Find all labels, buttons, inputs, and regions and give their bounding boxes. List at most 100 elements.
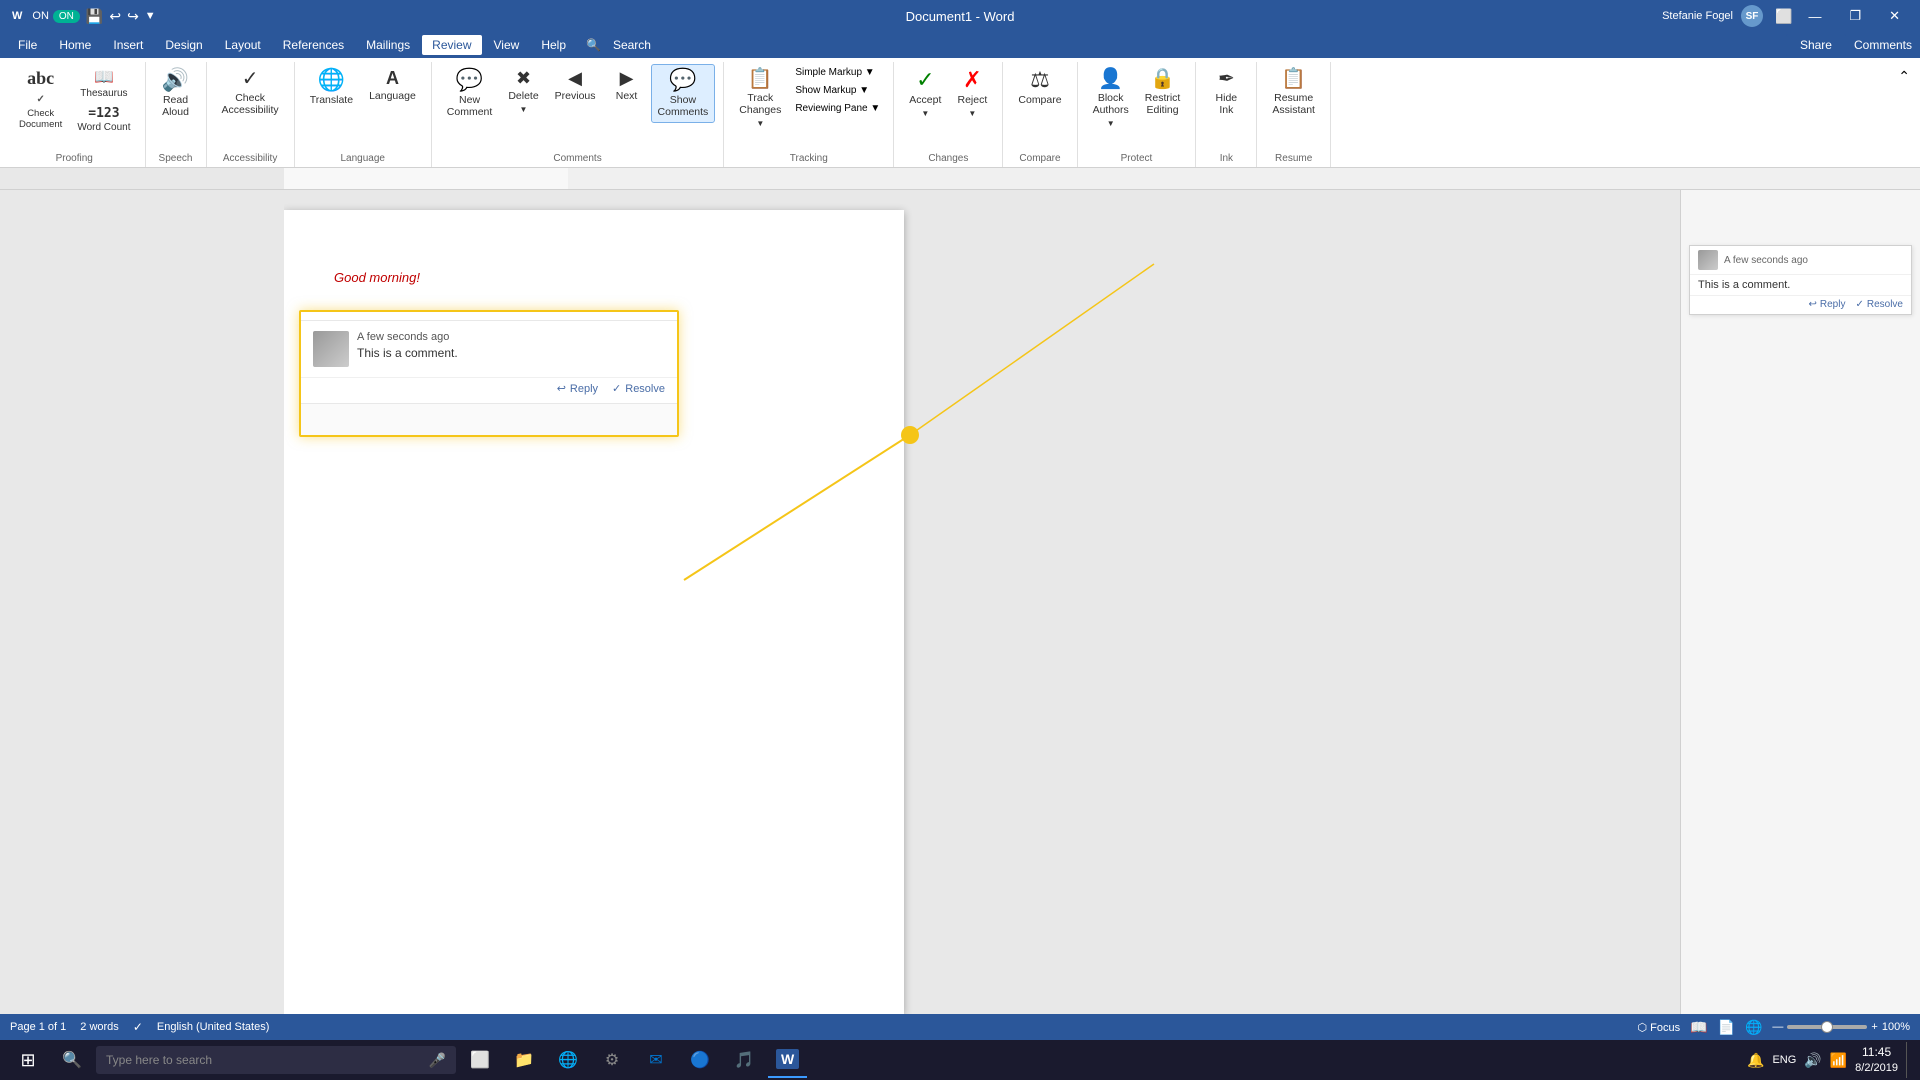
sidebar-reply-btn[interactable]: ↩ Reply [1809, 299, 1846, 310]
menu-insert[interactable]: Insert [103, 35, 153, 55]
sidebar-resolve-btn[interactable]: ✓ Resolve [1855, 299, 1903, 310]
comment-timestamp: A few seconds ago [357, 331, 665, 343]
simple-markup-btn[interactable]: Simple Markup ▼ [790, 64, 885, 81]
resume-assistant-btn[interactable]: 📋 ResumeAssistant [1265, 64, 1322, 121]
itunes-btn[interactable]: 🎵 [724, 1042, 764, 1078]
zoom-level[interactable]: 100% [1882, 1021, 1910, 1033]
reject-btn[interactable]: ✗ Reject ▼ [950, 64, 994, 123]
zoom-thumb[interactable] [1821, 1021, 1833, 1033]
menu-view[interactable]: View [484, 35, 530, 55]
translate-icon: 🌐 [318, 69, 345, 91]
word-taskbar-app[interactable]: W [768, 1042, 807, 1078]
comments-ribbon-btn[interactable]: Comments [1854, 38, 1912, 52]
accessibility-buttons: ✓ CheckAccessibility [215, 64, 286, 153]
word-count-btn[interactable]: =123 Word Count [71, 103, 136, 136]
focus-btn[interactable]: ⬡ Focus [1637, 1021, 1680, 1034]
network-icon[interactable]: 📶 [1830, 1052, 1847, 1069]
accept-btn[interactable]: ✓ Accept ▼ [902, 64, 948, 123]
track-dropdown: ▼ [756, 119, 764, 128]
save-icon[interactable]: 💾 [86, 8, 103, 25]
restore-btn[interactable]: ❐ [1837, 4, 1873, 28]
reviewing-pane-btn[interactable]: Reviewing Pane ▼ [790, 100, 885, 117]
next-comment-btn[interactable]: ▶ Next [605, 64, 649, 107]
document-page[interactable]: Good morning! A few seconds ago This is … [284, 210, 904, 1014]
language-status[interactable]: English (United States) [157, 1021, 270, 1033]
taskbar-clock[interactable]: 11:45 8/2/2019 [1855, 1045, 1898, 1075]
taskbar-search-bar[interactable]: Type here to search 🎤 [96, 1046, 456, 1074]
zoom-out-btn[interactable]: — [1772, 1021, 1783, 1033]
menu-mailings[interactable]: Mailings [356, 35, 420, 55]
menu-layout[interactable]: Layout [215, 35, 271, 55]
ribbon-display-btn[interactable]: ⬜ [1775, 8, 1792, 25]
compare-btn[interactable]: ⚖ Compare [1011, 64, 1068, 111]
read-aloud-btn[interactable]: 🔊 ReadAloud [154, 64, 198, 123]
autosave-state[interactable]: ON [53, 10, 80, 23]
search-taskbar-btn[interactable]: 🔍 [52, 1042, 92, 1078]
read-mode-icon[interactable]: 📖 [1690, 1019, 1707, 1036]
web-layout-icon[interactable]: 🌐 [1745, 1019, 1762, 1036]
zoom-slider[interactable] [1787, 1025, 1867, 1029]
reply-btn[interactable]: ↩ Reply [557, 382, 598, 395]
user-avatar[interactable]: SF [1741, 5, 1763, 27]
page-status[interactable]: Page 1 of 1 [10, 1021, 66, 1033]
menu-home[interactable]: Home [49, 35, 101, 55]
print-layout-icon[interactable]: 📄 [1718, 1019, 1735, 1036]
ribbon-group-resume: 📋 ResumeAssistant Resume [1257, 62, 1331, 167]
start-button[interactable]: ⊞ [8, 1042, 48, 1078]
volume-icon[interactable]: 🔊 [1804, 1052, 1821, 1069]
translate-btn[interactable]: 🌐 Translate [303, 64, 360, 111]
autosave-label: ON [32, 10, 49, 22]
thesaurus-btn[interactable]: 📖 Thesaurus [71, 64, 136, 102]
delete-comment-btn[interactable]: ✖ Delete ▼ [501, 64, 545, 119]
title-bar: W ON ON 💾 ↩ ↪ ▼ Document1 - Word Stefani… [0, 0, 1920, 32]
customize-btn[interactable]: ▼ [145, 10, 156, 22]
proofing-icon[interactable]: ✓ [133, 1020, 143, 1034]
language-btn[interactable]: A Language [362, 64, 423, 107]
show-comments-btn[interactable]: 💬 ShowComments [651, 64, 716, 123]
share-button[interactable]: Share [1786, 34, 1846, 56]
sidebar-reply-label: Reply [1820, 299, 1846, 310]
collapse-ribbon-btn[interactable]: ⌃ [1892, 66, 1916, 87]
focus-icon: ⬡ [1637, 1022, 1647, 1034]
block-authors-btn[interactable]: 👤 BlockAuthors ▼ [1086, 64, 1136, 133]
file-explorer-btn[interactable]: 📁 [504, 1042, 544, 1078]
word-logo: W [8, 9, 26, 23]
track-changes-btn[interactable]: 📋 TrackChanges ▼ [732, 64, 788, 133]
taskbar-date: 8/2/2019 [1855, 1061, 1898, 1075]
menu-design[interactable]: Design [155, 35, 212, 55]
notification-icon[interactable]: 🔔 [1747, 1052, 1764, 1069]
minimize-btn[interactable]: — [1796, 5, 1833, 28]
settings-icon: ⚙ [605, 1050, 619, 1070]
reject-icon: ✗ [963, 69, 981, 91]
hide-ink-btn[interactable]: ✒ HideInk [1204, 64, 1248, 121]
menu-file[interactable]: File [8, 35, 47, 55]
redo-btn[interactable]: ↪ [127, 8, 139, 25]
menu-help[interactable]: Help [531, 35, 576, 55]
status-bar: Page 1 of 1 2 words ✓ English (United St… [0, 1014, 1920, 1040]
new-comment-btn[interactable]: 💬 NewComment [440, 64, 500, 123]
mail-btn[interactable]: ✉ [636, 1042, 676, 1078]
menu-references[interactable]: References [273, 35, 354, 55]
chrome-btn[interactable]: 🔵 [680, 1042, 720, 1078]
resolve-btn[interactable]: ✓ Resolve [612, 382, 665, 395]
previous-comment-btn[interactable]: ◀ Previous [548, 64, 603, 107]
menu-review[interactable]: Review [422, 35, 481, 55]
voice-search-icon[interactable]: 🎤 [429, 1052, 446, 1069]
close-btn[interactable]: ✕ [1877, 4, 1912, 28]
check-accessibility-btn[interactable]: ✓ CheckAccessibility [215, 64, 286, 121]
restrict-editing-btn[interactable]: 🔒 RestrictEditing [1138, 64, 1188, 121]
menu-search[interactable]: Search [603, 35, 661, 55]
show-markup-btn[interactable]: Show Markup ▼ [790, 82, 885, 99]
zoom-in-btn[interactable]: + [1871, 1021, 1877, 1033]
autosave-toggle[interactable]: ON ON [32, 10, 80, 23]
undo-btn[interactable]: ↩ [109, 8, 121, 25]
check-document-btn[interactable]: abc✓ CheckDocument [12, 64, 69, 135]
zoom-controls[interactable]: — + 100% [1772, 1021, 1910, 1033]
edge-btn[interactable]: 🌐 [548, 1042, 588, 1078]
word-count-status[interactable]: 2 words [80, 1021, 119, 1033]
ribbon-group-ink: ✒ HideInk Ink [1196, 62, 1257, 167]
settings-btn[interactable]: ⚙ [592, 1042, 632, 1078]
show-desktop-btn[interactable] [1906, 1042, 1912, 1078]
keyboard-layout[interactable]: ENG [1772, 1054, 1796, 1066]
task-view-btn[interactable]: ⬜ [460, 1042, 500, 1078]
